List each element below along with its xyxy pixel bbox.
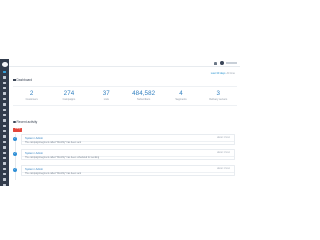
locations-icon[interactable]	[3, 140, 6, 144]
stat-label: Subscribers	[137, 98, 151, 102]
articles-icon[interactable]	[3, 146, 6, 149]
stat-label: Campaigns	[62, 98, 76, 102]
subscribers-icon[interactable]	[3, 103, 6, 106]
dashboard-title-text: Dashboard	[16, 78, 33, 82]
tools-icon[interactable]	[3, 167, 6, 170]
today-badge: Today	[13, 128, 22, 132]
stat-delivery-servers[interactable]: 3 Delivery servers	[200, 87, 237, 105]
dashboard-icon[interactable]	[3, 70, 6, 74]
user-menu[interactable]	[226, 61, 237, 64]
bell-icon[interactable]	[214, 61, 217, 65]
stat-label: Segments	[175, 98, 187, 102]
date-filters: Last 30 days All time	[211, 72, 235, 75]
stats-row: 2 Customers 274 Campaigns 37 Lists 484,5…	[13, 86, 237, 106]
divider	[22, 155, 234, 156]
app-window: Dashboard Last 30 days All time 2 Custom…	[0, 0, 240, 240]
stat-campaigns[interactable]: 274 Campaigns	[50, 87, 87, 105]
stat-value: 37	[102, 89, 110, 97]
activity-item: ✓ System / Admin about 1 hour The campai…	[13, 134, 237, 146]
ip-icon[interactable]	[3, 130, 6, 133]
stat-label: Delivery servers	[209, 98, 228, 102]
activity-card: System / Admin about 1 hour The campaign…	[21, 134, 235, 145]
settings-icon[interactable]	[3, 162, 6, 165]
stat-label: Lists	[103, 98, 109, 102]
dashboard-icon-small	[13, 78, 16, 82]
monitors-icon[interactable]	[3, 119, 6, 122]
templates-icon[interactable]	[3, 92, 6, 95]
activity-card: System / Admin about 1 hour The campaign…	[21, 149, 235, 160]
email-icon[interactable]	[3, 135, 6, 138]
logo-icon[interactable]	[1, 62, 8, 67]
stats-icon[interactable]	[3, 151, 6, 154]
campaigns-icon[interactable]	[3, 87, 6, 90]
filter-all-time[interactable]: All time	[226, 72, 235, 75]
stat-label: Customers	[25, 98, 38, 102]
activity-time: about 1 hour	[217, 168, 230, 170]
user-icon: ✓	[13, 137, 17, 141]
stat-segments[interactable]: 4 Segments	[162, 87, 199, 105]
stat-value: 4	[179, 89, 183, 97]
user-icon: ✓	[13, 152, 17, 156]
stat-lists[interactable]: 37 Lists	[88, 87, 125, 105]
customers-icon[interactable]	[3, 81, 6, 84]
list-icon[interactable]	[3, 76, 6, 79]
activity-item: ✓ System / Admin about 1 hour The campai…	[13, 149, 237, 161]
divider	[22, 140, 234, 141]
segments-icon[interactable]	[3, 108, 6, 111]
user-icon: ✓	[13, 168, 17, 172]
top-header	[9, 59, 240, 67]
filter-last-30-days[interactable]: Last 30 days	[211, 72, 226, 75]
stat-value: 2	[29, 89, 34, 97]
clock-icon	[13, 120, 16, 124]
activity-time: about 1 hour	[217, 137, 230, 139]
users-icon[interactable]	[3, 156, 6, 160]
servers-icon[interactable]	[3, 113, 6, 117]
activity-desc: The campaign/segment called "Monthly" ha…	[25, 173, 82, 175]
recent-activity-title-text: Recent activity	[16, 120, 38, 124]
stat-value: 3	[216, 89, 221, 97]
divider	[22, 171, 234, 172]
stat-value: 274	[63, 89, 75, 97]
sidebar-nav	[0, 59, 9, 187]
activity-desc: The campaign/segment called "Monthly" ha…	[25, 142, 82, 144]
activity-desc: The campaign/segment called "Monthly" ha…	[25, 157, 100, 159]
lists-icon[interactable]	[3, 97, 6, 101]
stat-subscribers[interactable]: 484,582 Subscribers	[125, 87, 162, 105]
recent-activity-title: Recent activity	[13, 120, 37, 124]
extensions-icon[interactable]	[3, 173, 6, 176]
stat-value: 484,582	[132, 89, 156, 97]
info-icon[interactable]	[3, 183, 6, 187]
activity-item: ✓ System / Admin about 1 hour The campai…	[13, 165, 237, 177]
domains-icon[interactable]	[3, 124, 6, 127]
languages-icon[interactable]	[3, 178, 6, 181]
stat-customers[interactable]: 2 Customers	[13, 87, 50, 105]
activity-time: about 1 hour	[217, 152, 230, 154]
user-avatar-icon[interactable]	[220, 61, 224, 65]
activity-card: System / Admin about 1 hour The campaign…	[21, 165, 235, 176]
dashboard-title: Dashboard	[13, 78, 32, 82]
